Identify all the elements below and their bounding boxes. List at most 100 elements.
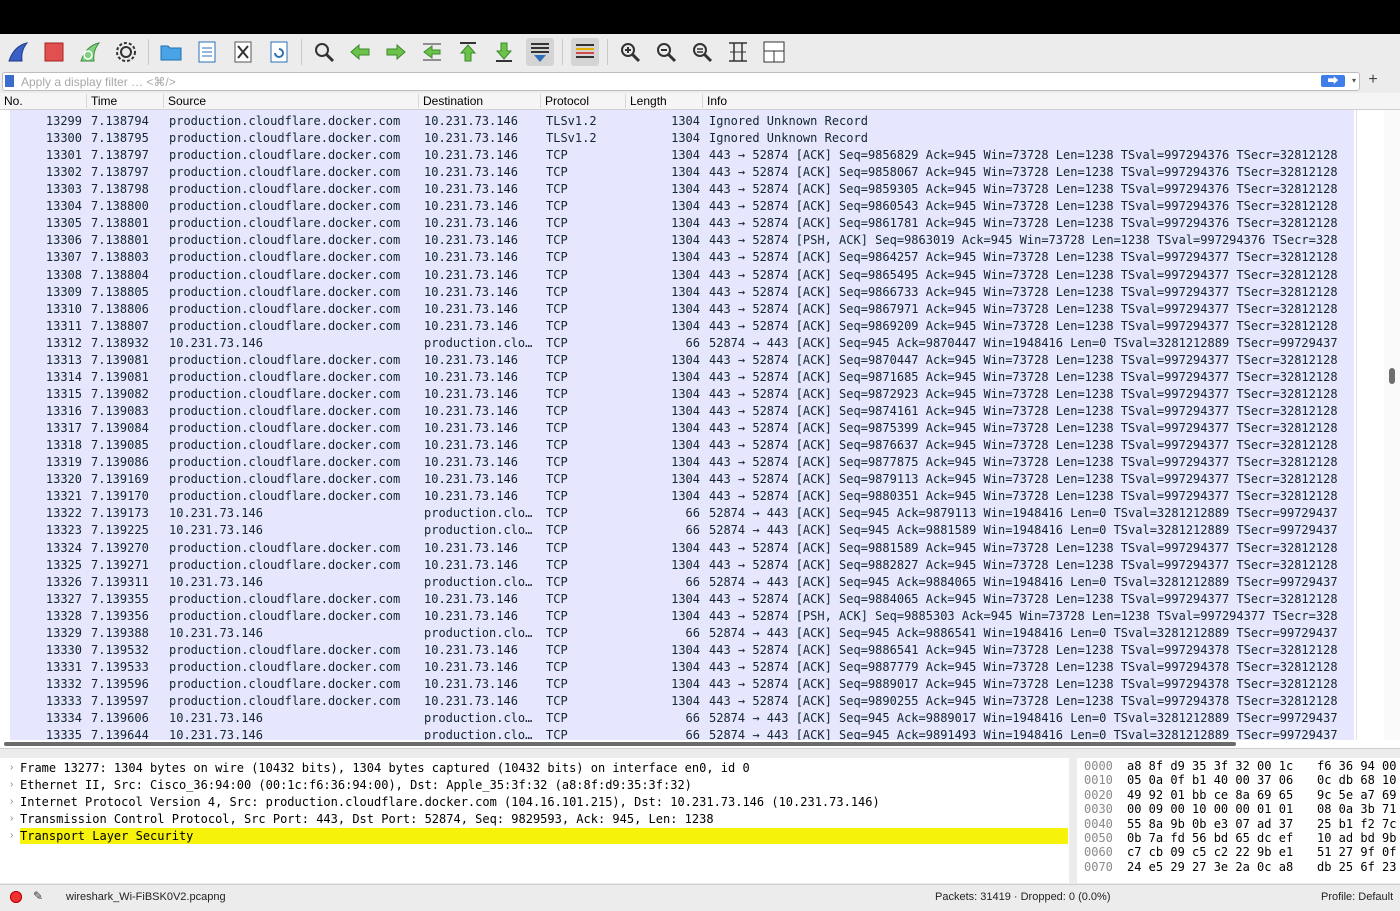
packet-row[interactable]: 13305 7.138801 production.cloudflare.docke…	[10, 215, 1354, 232]
packet-list[interactable]: 13299 7.138794 production.cloudflare.docke…	[0, 110, 1400, 748]
bookmark-icon[interactable]	[5, 75, 14, 87]
colorize-icon[interactable]	[571, 38, 599, 66]
layout-panes-icon[interactable]	[760, 38, 788, 66]
expand-chevron-icon[interactable]: ›	[10, 828, 18, 844]
close-file-icon[interactable]	[229, 38, 257, 66]
detail-tree-item[interactable]: Transmission Control Protocol, Src Port:…	[20, 811, 1068, 827]
packet-protocol: TCP	[546, 472, 568, 487]
packet-row[interactable]: 13328 7.139356 production.cloudflare.docke…	[10, 608, 1354, 625]
packet-row[interactable]: 13314 7.139081 production.cloudflare.docke…	[10, 369, 1354, 386]
packet-row[interactable]: 13327 7.139355 production.cloudflare.docke…	[10, 591, 1354, 608]
zoom-in-icon[interactable]	[616, 38, 644, 66]
scrollbar-thumb[interactable]	[4, 742, 1236, 746]
packet-row[interactable]: 13300 7.138795 production.cloudflare.docke…	[10, 130, 1354, 147]
zoom-out-icon[interactable]	[652, 38, 680, 66]
zoom-normal-icon[interactable]	[688, 38, 716, 66]
packet-row[interactable]: 13326 7.139311 10.231.73.146 production.clo…	[10, 574, 1354, 591]
packet-row[interactable]: 13308 7.138804 production.cloudflare.docke…	[10, 267, 1354, 284]
profile-indicator[interactable]: Profile: Default	[1321, 891, 1393, 903]
packet-protocol: TCP	[546, 199, 568, 214]
display-filter-input[interactable]	[21, 73, 1301, 90]
packet-row[interactable]: 13319 7.139086 production.cloudflare.docke…	[10, 454, 1354, 471]
packet-destination: 10.231.73.146	[424, 233, 518, 248]
expand-chevron-icon[interactable]: ›	[10, 794, 18, 810]
expand-chevron-icon[interactable]: ›	[10, 811, 18, 827]
packet-time: 7.138806	[91, 301, 149, 316]
packet-row[interactable]: 13311 7.138807 production.cloudflare.docke…	[10, 318, 1354, 335]
packet-row[interactable]: 13334 7.139606 10.231.73.146 production.clo…	[10, 710, 1354, 727]
packet-list-horizontal-scrollbar[interactable]	[0, 740, 1400, 748]
autoscroll-icon[interactable]	[526, 38, 554, 66]
go-last-icon[interactable]	[490, 38, 518, 66]
packet-source: production.cloudflare.docker.com	[169, 114, 401, 128]
packet-row[interactable]: 13303 7.138798 production.cloudflare.docke…	[10, 181, 1354, 198]
detail-tree-item[interactable]: Ethernet II, Src: Cisco_36:94:00 (00:1c:…	[20, 777, 1068, 793]
packet-row[interactable]: 13316 7.139083 production.cloudflare.docke…	[10, 403, 1354, 420]
capture-comment-icon[interactable]: ✎	[33, 889, 47, 903]
chevron-down-icon[interactable]: ▾	[1349, 74, 1359, 88]
packet-time: 7.138795	[91, 131, 149, 146]
packet-row[interactable]: 13322 7.139173 10.231.73.146 production.clo…	[10, 505, 1354, 522]
packet-info: 443 → 52874 [ACK] Seq=9871685 Ack=945 Wi…	[709, 369, 1338, 384]
go-to-packet-icon[interactable]	[418, 38, 446, 66]
column-header-time[interactable]: Time	[86, 94, 162, 108]
go-first-icon[interactable]	[454, 38, 482, 66]
pane-splitter-vertical[interactable]	[1069, 758, 1077, 883]
scrollbar-thumb[interactable]	[1389, 368, 1395, 384]
packet-row[interactable]: 13312 7.138932 10.231.73.146 production.clo…	[10, 335, 1354, 352]
column-header-info[interactable]: Info	[702, 94, 1382, 108]
open-folder-icon[interactable]	[157, 38, 185, 66]
column-header-no[interactable]: No.	[0, 94, 84, 108]
packet-source: production.cloudflare.docker.com	[169, 165, 401, 180]
detail-tree-item[interactable]: Transport Layer Security	[20, 828, 1068, 844]
detail-tree-item[interactable]: Frame 13277: 1304 bytes on wire (10432 b…	[20, 760, 1068, 776]
packet-row[interactable]: 13333 7.139597 production.cloudflare.docke…	[10, 693, 1354, 710]
packet-row[interactable]: 13324 7.139270 production.cloudflare.docke…	[10, 540, 1354, 557]
column-header-length[interactable]: Length	[625, 94, 701, 108]
packet-length: 1304	[671, 318, 700, 333]
packet-row[interactable]: 13317 7.139084 production.cloudflare.docke…	[10, 420, 1354, 437]
packet-row[interactable]: 13309 7.138805 production.cloudflare.docke…	[10, 284, 1354, 301]
go-forward-icon[interactable]	[382, 38, 410, 66]
packet-row[interactable]: 13318 7.139085 production.cloudflare.docke…	[10, 437, 1354, 454]
packet-row[interactable]: 13315 7.139082 production.cloudflare.docke…	[10, 386, 1354, 403]
packet-row[interactable]: 13329 7.139388 10.231.73.146 production.clo…	[10, 625, 1354, 642]
packet-row[interactable]: 13325 7.139271 production.cloudflare.docke…	[10, 557, 1354, 574]
packet-row[interactable]: 13299 7.138794 production.cloudflare.docke…	[10, 113, 1354, 130]
packet-row[interactable]: 13301 7.138797 production.cloudflare.docke…	[10, 147, 1354, 164]
expert-info-status-icon[interactable]	[10, 891, 22, 903]
packet-row[interactable]: 13310 7.138806 production.cloudflare.docke…	[10, 301, 1354, 318]
bytes-offset: 0010	[1084, 773, 1113, 788]
column-header-destination[interactable]: Destination	[418, 94, 540, 108]
detail-tree-item[interactable]: Internet Protocol Version 4, Src: produc…	[20, 794, 1068, 810]
save-file-icon[interactable]	[193, 38, 221, 66]
packet-row[interactable]: 13306 7.138801 production.cloudflare.docke…	[10, 232, 1354, 249]
packet-row[interactable]: 13304 7.138800 production.cloudflare.docke…	[10, 198, 1354, 215]
column-header-protocol[interactable]: Protocol	[540, 94, 624, 108]
packet-destination: 10.231.73.146	[424, 250, 518, 265]
apply-filter-arrow-icon[interactable]: ⮕	[1321, 75, 1345, 87]
packet-row[interactable]: 13331 7.139533 production.cloudflare.docke…	[10, 659, 1354, 676]
packet-row[interactable]: 13332 7.139596 production.cloudflare.docke…	[10, 676, 1354, 693]
shark-fin-start-icon[interactable]	[4, 38, 32, 66]
expand-chevron-icon[interactable]: ›	[10, 760, 18, 776]
resize-columns-icon[interactable]	[724, 38, 752, 66]
packet-row[interactable]: 13320 7.139169 production.cloudflare.docke…	[10, 471, 1354, 488]
expand-chevron-icon[interactable]: ›	[10, 777, 18, 793]
packet-minimap[interactable]	[1356, 110, 1385, 748]
packet-row[interactable]: 13323 7.139225 10.231.73.146 production.clo…	[10, 522, 1354, 539]
packet-list-vertical-scrollbar[interactable]	[1384, 110, 1400, 748]
restart-fin-icon[interactable]	[76, 38, 104, 66]
packet-row[interactable]: 13307 7.138803 production.cloudflare.docke…	[10, 249, 1354, 266]
go-back-icon[interactable]	[346, 38, 374, 66]
packet-row[interactable]: 13330 7.139532 production.cloudflare.docke…	[10, 642, 1354, 659]
column-header-source[interactable]: Source	[163, 94, 417, 108]
capture-options-gear-icon[interactable]	[112, 38, 140, 66]
packet-row[interactable]: 13313 7.139081 production.cloudflare.docke…	[10, 352, 1354, 369]
find-packet-icon[interactable]	[310, 38, 338, 66]
packet-row[interactable]: 13302 7.138797 production.cloudflare.docke…	[10, 164, 1354, 181]
packet-row[interactable]: 13321 7.139170 production.cloudflare.docke…	[10, 488, 1354, 505]
add-filter-button[interactable]: +	[1366, 71, 1380, 88]
reload-file-icon[interactable]	[265, 38, 293, 66]
stop-square-icon[interactable]	[40, 38, 68, 66]
